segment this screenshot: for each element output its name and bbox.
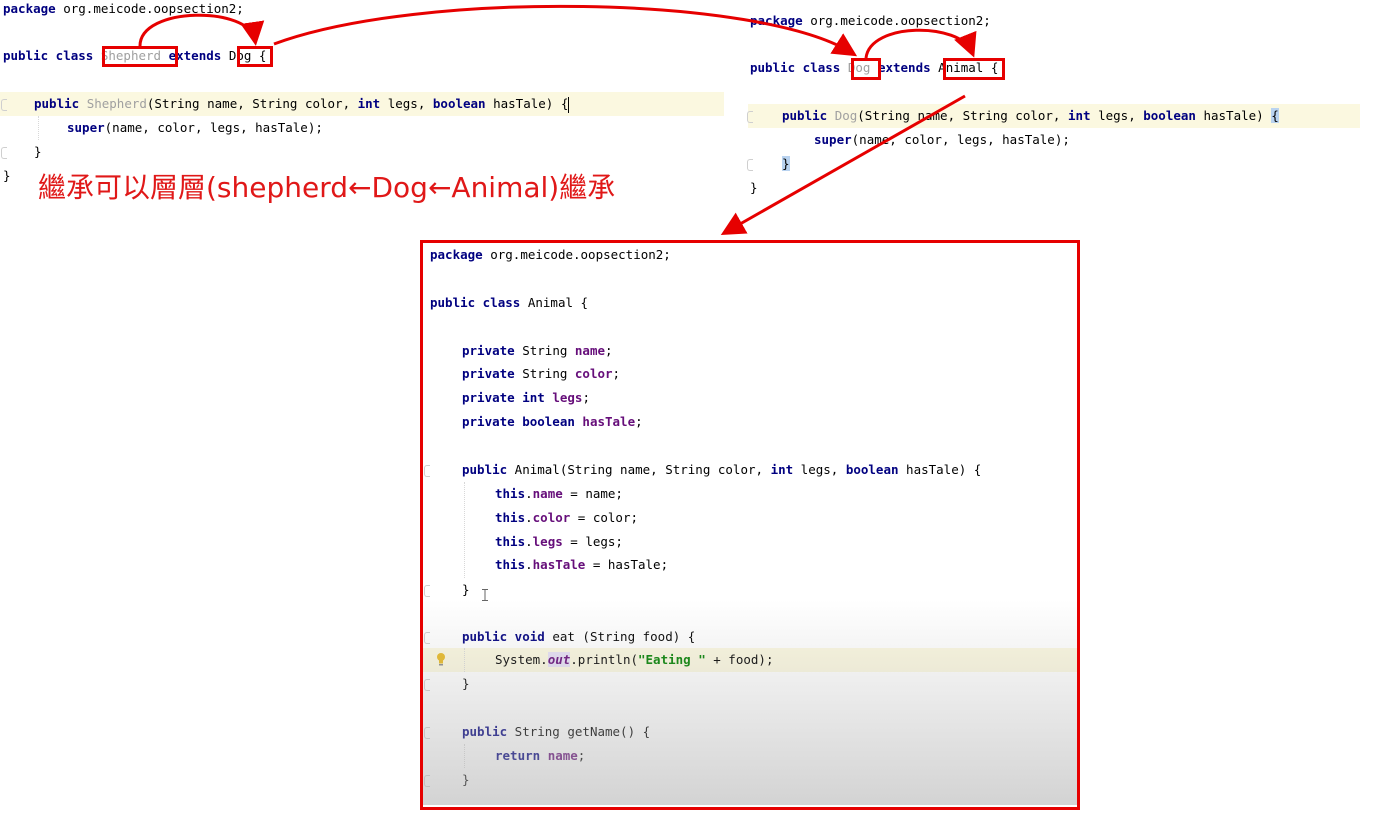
left-package-line[interactable]: package org.meicode.oopsection2;	[3, 0, 244, 21]
fold-icon[interactable]	[747, 111, 753, 123]
right-close-brace-class[interactable]: }	[750, 176, 758, 200]
highlight-box-dog	[237, 46, 273, 67]
left-constructor-line[interactable]: public Shepherd(String name, String colo…	[34, 92, 570, 116]
right-super-line[interactable]: super(name, color, legs, hasTale);	[814, 128, 1070, 152]
left-close-brace-class[interactable]: }	[3, 164, 11, 188]
highlight-box-animal	[943, 58, 1005, 80]
indent-guide	[38, 116, 39, 140]
left-close-brace[interactable]: }	[34, 140, 42, 164]
arrow-dog-to-animal	[864, 28, 977, 59]
left-super-line[interactable]: super(name, color, legs, hasTale);	[67, 116, 323, 140]
right-constructor-line[interactable]: public Dog(String name, String color, in…	[782, 104, 1279, 128]
matched-brace: {	[1271, 108, 1279, 123]
annotation-text: 繼承可以層層(shepherd←Dog←Animal)繼承	[38, 171, 616, 204]
right-package-line[interactable]: package org.meicode.oopsection2;	[750, 9, 991, 33]
highlight-box-shepherd	[102, 46, 178, 67]
highlight-box-dog	[851, 58, 881, 80]
matched-brace: }	[782, 156, 790, 171]
right-close-brace[interactable]: }	[782, 152, 790, 176]
text-caret	[568, 96, 570, 113]
fold-icon[interactable]	[747, 159, 753, 171]
highlight-box-animal-panel	[420, 240, 1080, 810]
fold-icon[interactable]	[1, 99, 7, 111]
fold-icon[interactable]	[1, 147, 7, 159]
